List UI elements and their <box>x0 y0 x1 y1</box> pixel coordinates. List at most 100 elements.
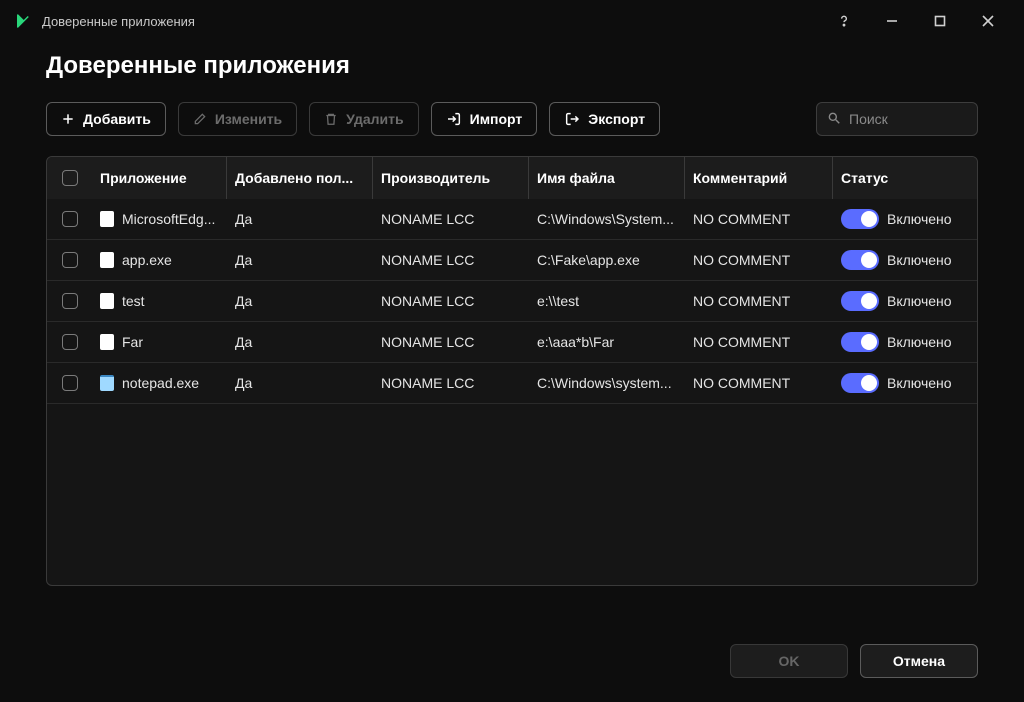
titlebar: Доверенные приложения <box>0 0 1024 42</box>
cell-added: Да <box>227 293 373 309</box>
main-content: Доверенные приложения Добавить Изменить … <box>0 42 1024 586</box>
status-text: Включено <box>887 252 952 268</box>
import-button[interactable]: Импорт <box>431 102 538 136</box>
help-button[interactable] <box>822 7 866 35</box>
row-checkbox[interactable] <box>62 211 78 227</box>
col-added[interactable]: Добавлено пол... <box>227 157 373 199</box>
app-logo-icon <box>14 12 32 30</box>
cell-vendor: NONAME LCC <box>373 375 529 391</box>
cell-vendor: NONAME LCC <box>373 334 529 350</box>
toolbar: Добавить Изменить Удалить Импорт Экспорт <box>46 102 978 136</box>
cell-comment: NO COMMENT <box>685 211 833 227</box>
cell-app: MicrosoftEdg... <box>92 211 227 227</box>
table-row[interactable]: test Да NONAME LCC e:\\test NO COMMENT В… <box>47 281 977 322</box>
app-name: notepad.exe <box>122 375 199 391</box>
delete-button[interactable]: Удалить <box>309 102 418 136</box>
search-icon <box>827 111 841 128</box>
window-title: Доверенные приложения <box>42 14 822 29</box>
table-row[interactable]: app.exe Да NONAME LCC C:\Fake\app.exe NO… <box>47 240 977 281</box>
cell-file: C:\Windows\system... <box>529 375 685 391</box>
close-button[interactable] <box>966 7 1010 35</box>
cell-comment: NO COMMENT <box>685 375 833 391</box>
cell-comment: NO COMMENT <box>685 293 833 309</box>
file-icon <box>100 252 114 268</box>
cell-added: Да <box>227 334 373 350</box>
row-checkbox[interactable] <box>62 293 78 309</box>
col-file[interactable]: Имя файла <box>529 157 685 199</box>
table-row[interactable]: notepad.exe Да NONAME LCC C:\Windows\sys… <box>47 363 977 404</box>
pencil-icon <box>193 112 207 126</box>
cell-status: Включено <box>833 332 977 352</box>
file-icon <box>100 211 114 227</box>
cell-status: Включено <box>833 373 977 393</box>
status-toggle[interactable] <box>841 291 879 311</box>
trash-icon <box>324 112 338 126</box>
cancel-button[interactable]: Отмена <box>860 644 978 678</box>
col-vendor[interactable]: Производитель <box>373 157 529 199</box>
cell-status: Включено <box>833 209 977 229</box>
app-name: Far <box>122 334 143 350</box>
col-status[interactable]: Статус <box>833 157 978 199</box>
cell-added: Да <box>227 375 373 391</box>
cell-app: Far <box>92 334 227 350</box>
status-text: Включено <box>887 375 952 391</box>
status-toggle[interactable] <box>841 209 879 229</box>
status-toggle[interactable] <box>841 373 879 393</box>
app-name: test <box>122 293 145 309</box>
cell-added: Да <box>227 252 373 268</box>
search-box[interactable] <box>816 102 978 136</box>
cell-app: test <box>92 293 227 309</box>
plus-icon <box>61 112 75 126</box>
cell-vendor: NONAME LCC <box>373 252 529 268</box>
table-row[interactable]: MicrosoftEdg... Да NONAME LCC C:\Windows… <box>47 199 977 240</box>
cell-vendor: NONAME LCC <box>373 293 529 309</box>
import-icon <box>446 111 462 127</box>
cell-file: e:\\test <box>529 293 685 309</box>
cell-status: Включено <box>833 250 977 270</box>
status-toggle[interactable] <box>841 250 879 270</box>
table-body: MicrosoftEdg... Да NONAME LCC C:\Windows… <box>47 199 977 585</box>
export-button[interactable]: Экспорт <box>549 102 660 136</box>
export-label: Экспорт <box>588 111 645 127</box>
col-comment[interactable]: Комментарий <box>685 157 833 199</box>
cell-file: C:\Windows\System... <box>529 211 685 227</box>
cell-comment: NO COMMENT <box>685 252 833 268</box>
cell-file: C:\Fake\app.exe <box>529 252 685 268</box>
import-label: Импорт <box>470 111 523 127</box>
cell-app: notepad.exe <box>92 375 227 391</box>
file-icon <box>100 293 114 309</box>
col-app[interactable]: Приложение <box>92 157 227 199</box>
row-checkbox[interactable] <box>62 375 78 391</box>
edit-button[interactable]: Изменить <box>178 102 297 136</box>
add-label: Добавить <box>83 111 151 127</box>
delete-label: Удалить <box>346 111 403 127</box>
app-name: MicrosoftEdg... <box>122 211 215 227</box>
cell-file: e:\aaa*b\Far <box>529 334 685 350</box>
select-all-checkbox[interactable] <box>62 170 78 186</box>
export-icon <box>564 111 580 127</box>
table-header: Приложение Добавлено пол... Производител… <box>47 157 977 199</box>
cell-status: Включено <box>833 291 977 311</box>
minimize-button[interactable] <box>870 7 914 35</box>
status-toggle[interactable] <box>841 332 879 352</box>
apps-table: Приложение Добавлено пол... Производител… <box>46 156 978 586</box>
maximize-button[interactable] <box>918 7 962 35</box>
status-text: Включено <box>887 211 952 227</box>
footer: OK Отмена <box>730 644 978 678</box>
window-controls <box>822 7 1010 35</box>
cell-vendor: NONAME LCC <box>373 211 529 227</box>
row-checkbox[interactable] <box>62 334 78 350</box>
add-button[interactable]: Добавить <box>46 102 166 136</box>
cell-comment: NO COMMENT <box>685 334 833 350</box>
status-text: Включено <box>887 334 952 350</box>
cell-app: app.exe <box>92 252 227 268</box>
search-input[interactable] <box>849 111 967 127</box>
ok-button[interactable]: OK <box>730 644 848 678</box>
page-title: Доверенные приложения <box>46 52 978 80</box>
file-icon <box>100 334 114 350</box>
table-row[interactable]: Far Да NONAME LCC e:\aaa*b\Far NO COMMEN… <box>47 322 977 363</box>
status-text: Включено <box>887 293 952 309</box>
cell-added: Да <box>227 211 373 227</box>
file-icon <box>100 375 114 391</box>
row-checkbox[interactable] <box>62 252 78 268</box>
